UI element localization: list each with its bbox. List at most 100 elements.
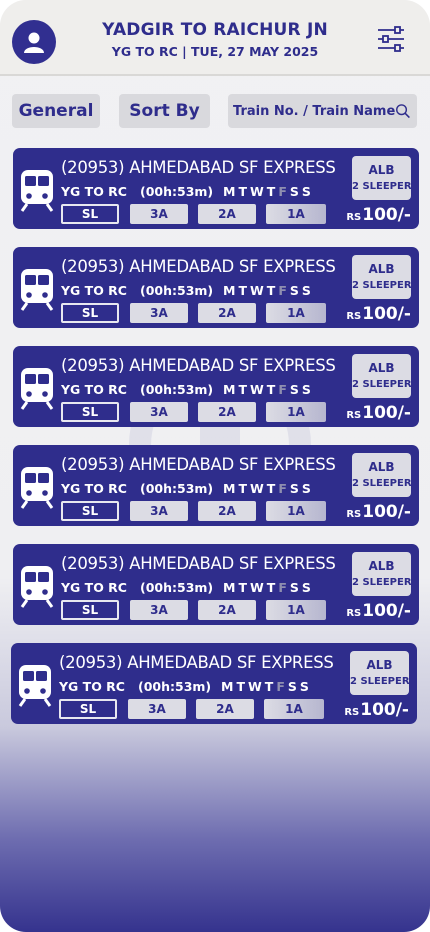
day-letter: S bbox=[289, 580, 299, 595]
currency: RS bbox=[346, 410, 362, 421]
currency: RS bbox=[346, 311, 362, 322]
train-duration: (00h:53m) bbox=[140, 283, 214, 298]
availability-class: 2 SLEEPER bbox=[352, 577, 412, 588]
train-icon bbox=[20, 566, 54, 608]
avatar[interactable] bbox=[12, 20, 56, 64]
day-letter: S bbox=[301, 481, 311, 496]
class-sl-button[interactable]: SL bbox=[59, 699, 117, 719]
day-letter: F bbox=[278, 382, 287, 397]
class-2a-button[interactable]: 2A bbox=[198, 402, 256, 422]
train-name: (20953) AHMEDABAD SF EXPRESS bbox=[61, 158, 336, 177]
class-1a-button[interactable]: 1A bbox=[266, 501, 326, 521]
day-letter: S bbox=[289, 382, 299, 397]
page-title: YADGIR TO RAICHUR JN bbox=[102, 20, 328, 40]
availability-class: 2 SLEEPER bbox=[352, 379, 412, 390]
availability-badge: ALB 2 SLEEPER bbox=[352, 156, 412, 200]
class-2a-button[interactable]: 2A bbox=[198, 204, 256, 224]
class-2a-button[interactable]: 2A bbox=[196, 699, 254, 719]
screen: YADGIR TO RAICHUR JN YG TO RC | TUE, 27 … bbox=[0, 0, 430, 932]
class-sl-button[interactable]: SL bbox=[61, 402, 119, 422]
filter-sliders-icon[interactable] bbox=[377, 25, 405, 53]
class-3a-button[interactable]: 3A bbox=[130, 402, 188, 422]
train-card[interactable]: (20953) AHMEDABAD SF EXPRESS YG TO RC (0… bbox=[13, 346, 419, 427]
day-letter: W bbox=[249, 184, 264, 199]
fare: RS100/- bbox=[344, 700, 409, 720]
train-route: YG TO RC bbox=[59, 679, 125, 694]
day-letter: F bbox=[276, 679, 285, 694]
train-card[interactable]: (20953) AHMEDABAD SF EXPRESS YG TO RC (0… bbox=[11, 643, 417, 724]
train-name: (20953) AHMEDABAD SF EXPRESS bbox=[61, 455, 336, 474]
fare-amount: 100/- bbox=[360, 700, 409, 720]
train-route: YG TO RC bbox=[61, 283, 127, 298]
train-route: YG TO RC bbox=[61, 580, 127, 595]
availability-class: 2 SLEEPER bbox=[350, 676, 410, 687]
fare-amount: 100/- bbox=[362, 304, 411, 324]
day-letter: T bbox=[238, 481, 247, 496]
fare: RS100/- bbox=[346, 502, 411, 522]
day-letter: T bbox=[266, 184, 276, 199]
train-card[interactable]: (20953) AHMEDABAD SF EXPRESS YG TO RC (0… bbox=[13, 544, 419, 625]
class-3a-button[interactable]: 3A bbox=[130, 600, 188, 620]
day-letter: F bbox=[278, 481, 287, 496]
train-name: (20953) AHMEDABAD SF EXPRESS bbox=[61, 356, 336, 375]
class-2a-button[interactable]: 2A bbox=[198, 501, 256, 521]
class-1a-button[interactable]: 1A bbox=[266, 402, 326, 422]
class-1a-button[interactable]: 1A bbox=[266, 600, 326, 620]
fare: RS100/- bbox=[346, 403, 411, 423]
train-card[interactable]: (20953) AHMEDABAD SF EXPRESS YG TO RC (0… bbox=[13, 247, 419, 328]
class-2a-button[interactable]: 2A bbox=[198, 303, 256, 323]
search-input[interactable]: Train No. / Train Name bbox=[228, 94, 417, 128]
page-subtitle: YG TO RC | TUE, 27 MAY 2025 bbox=[111, 44, 319, 59]
availability-status: ALB bbox=[368, 163, 395, 177]
availability-status: ALB bbox=[368, 262, 395, 276]
train-name: (20953) AHMEDABAD SF EXPRESS bbox=[59, 653, 334, 672]
day-letter: W bbox=[249, 283, 264, 298]
class-3a-button[interactable]: 3A bbox=[130, 303, 188, 323]
day-letter: T bbox=[238, 184, 247, 199]
class-sl-button[interactable]: SL bbox=[61, 303, 119, 323]
train-icon bbox=[20, 467, 54, 509]
day-letter: M bbox=[223, 184, 236, 199]
class-1a-button[interactable]: 1A bbox=[266, 303, 326, 323]
train-card[interactable]: (20953) AHMEDABAD SF EXPRESS YG TO RC (0… bbox=[13, 148, 419, 229]
class-3a-button[interactable]: 3A bbox=[130, 204, 188, 224]
day-letter: W bbox=[247, 679, 262, 694]
currency: RS bbox=[346, 509, 362, 520]
sort-by-button[interactable]: Sort By bbox=[119, 94, 210, 128]
day-letter: S bbox=[301, 580, 311, 595]
running-days: MTWTFSS bbox=[221, 679, 309, 694]
availability-badge: ALB 2 SLEEPER bbox=[352, 552, 412, 596]
class-3a-button[interactable]: 3A bbox=[128, 699, 186, 719]
availability-status: ALB bbox=[368, 559, 395, 573]
day-letter: S bbox=[287, 679, 297, 694]
currency: RS bbox=[346, 212, 362, 223]
train-route: YG TO RC bbox=[61, 481, 127, 496]
fare: RS100/- bbox=[346, 304, 411, 324]
class-1a-button[interactable]: 1A bbox=[264, 699, 324, 719]
class-sl-button[interactable]: SL bbox=[61, 501, 119, 521]
general-button[interactable]: General bbox=[12, 94, 100, 128]
day-letter: M bbox=[223, 382, 236, 397]
currency: RS bbox=[346, 608, 362, 619]
day-letter: M bbox=[223, 580, 236, 595]
day-letter: T bbox=[264, 679, 274, 694]
running-days: MTWTFSS bbox=[223, 580, 311, 595]
availability-badge: ALB 2 SLEEPER bbox=[350, 651, 410, 695]
class-2a-button[interactable]: 2A bbox=[198, 600, 256, 620]
day-letter: T bbox=[238, 580, 247, 595]
day-letter: M bbox=[223, 481, 236, 496]
fare-amount: 100/- bbox=[362, 601, 411, 621]
class-1a-button[interactable]: 1A bbox=[266, 204, 326, 224]
class-sl-button[interactable]: SL bbox=[61, 600, 119, 620]
availability-badge: ALB 2 SLEEPER bbox=[352, 453, 412, 497]
train-name: (20953) AHMEDABAD SF EXPRESS bbox=[61, 257, 336, 276]
availability-status: ALB bbox=[366, 658, 393, 672]
train-route: YG TO RC bbox=[61, 184, 127, 199]
train-card[interactable]: (20953) AHMEDABAD SF EXPRESS YG TO RC (0… bbox=[13, 445, 419, 526]
train-duration: (00h:53m) bbox=[140, 382, 214, 397]
search-icon[interactable] bbox=[395, 102, 411, 120]
class-sl-button[interactable]: SL bbox=[61, 204, 119, 224]
train-duration: (00h:53m) bbox=[140, 580, 214, 595]
class-3a-button[interactable]: 3A bbox=[130, 501, 188, 521]
day-letter: T bbox=[266, 283, 276, 298]
